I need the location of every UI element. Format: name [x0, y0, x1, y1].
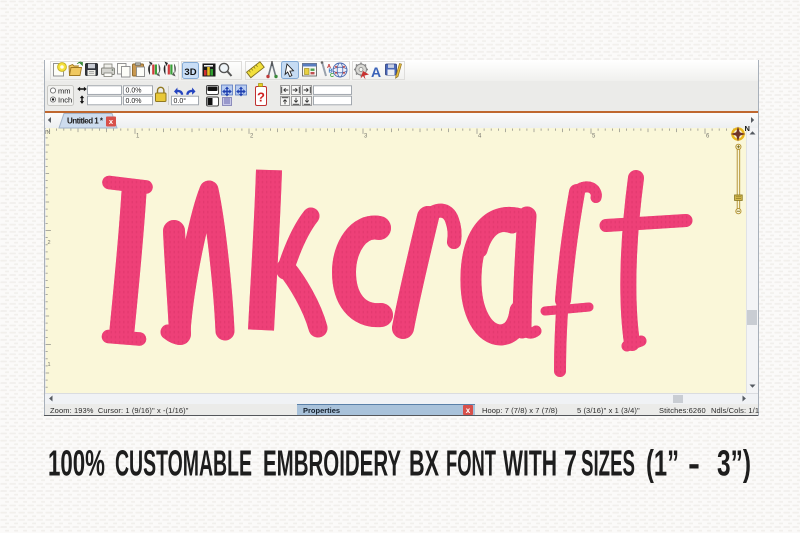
svg-text:-: - [688, 443, 700, 483]
svg-text:C: C [330, 73, 334, 79]
svg-text:0.0%: 0.0% [126, 98, 142, 105]
svg-text:?: ? [257, 90, 265, 105]
svg-text:BX: BX [409, 443, 439, 483]
svg-text:7: 7 [564, 443, 577, 483]
svg-text:3: 3 [364, 134, 368, 140]
svg-text:4: 4 [478, 134, 482, 140]
svg-text:Inch: Inch [58, 96, 72, 105]
svg-text:A: A [371, 64, 381, 80]
svg-text:EMBROIDERY: EMBROIDERY [263, 443, 401, 483]
svg-text:N: N [745, 124, 750, 133]
svg-text:(1”: (1” [646, 443, 679, 483]
svg-text:0.0%: 0.0% [126, 87, 142, 94]
svg-text:2: 2 [250, 134, 254, 140]
svg-text:100%: 100% [48, 443, 105, 483]
svg-text:IN: IN [45, 130, 51, 136]
svg-text:SIZES: SIZES [581, 443, 635, 483]
svg-text:5: 5 [592, 134, 596, 140]
svg-text:3D: 3D [184, 67, 196, 78]
svg-text:mm: mm [58, 87, 71, 96]
svg-text:Untitled 1 *: Untitled 1 * [67, 117, 104, 126]
svg-text:3”): 3”) [717, 443, 751, 483]
svg-text:6: 6 [706, 134, 710, 140]
svg-text:x: x [466, 406, 471, 415]
svg-text:CUSTOMABLE: CUSTOMABLE [115, 443, 252, 483]
svg-text:0.0°: 0.0° [174, 97, 187, 105]
svg-text:1: 1 [48, 362, 51, 368]
svg-text:2: 2 [48, 240, 51, 246]
svg-text:1: 1 [136, 134, 140, 140]
svg-text:WITH: WITH [503, 443, 557, 483]
svg-text:FONT: FONT [446, 443, 496, 483]
